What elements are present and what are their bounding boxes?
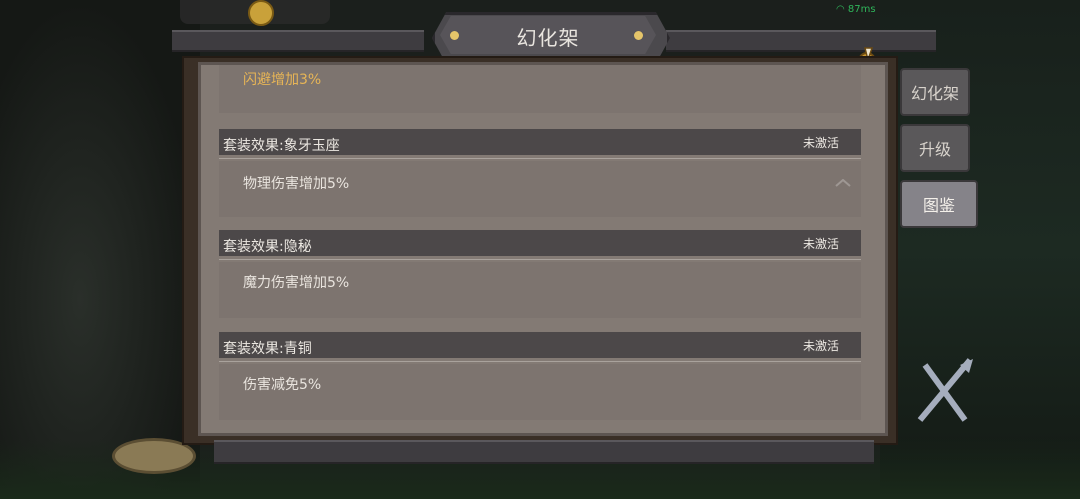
set-effect-list[interactable]: 闪避增加3% 套装效果:象牙玉座 未激活 物理伤害增加5% 套装效果:隐秘 未激… bbox=[198, 62, 888, 436]
tab-label: 幻化架 bbox=[910, 84, 959, 103]
set-name: 套装效果:象牙玉座 bbox=[223, 138, 340, 154]
crossed-thorns-icon bbox=[917, 358, 973, 422]
set-header-hidden: 套装效果:隐秘 未激活 bbox=[219, 230, 861, 260]
set-name: 套装效果:隐秘 bbox=[223, 239, 312, 255]
wifi-icon: ◠ bbox=[836, 4, 845, 15]
tab-upgrade[interactable]: 升级 bbox=[900, 124, 970, 172]
set-header-ivory: 套装效果:象牙玉座 未激活 bbox=[219, 129, 861, 159]
wifi-status: ◠ 87ms bbox=[836, 4, 886, 18]
divider bbox=[219, 259, 861, 260]
header-bar-right bbox=[666, 30, 936, 52]
page-title: 幻化架 bbox=[516, 26, 580, 50]
list-item: 闪避增加3% bbox=[219, 65, 861, 113]
coin-icon bbox=[248, 0, 274, 26]
list-item: 物理伤害增加5% bbox=[219, 161, 861, 217]
list-item: 伤害减免5% bbox=[219, 364, 861, 420]
set-header-bronze: 套装效果:青铜 未激活 bbox=[219, 332, 861, 362]
divider bbox=[219, 361, 861, 362]
status-badge: 未激活 bbox=[802, 136, 839, 150]
set-name: 套装效果:青铜 bbox=[223, 341, 312, 357]
status-badge: 未激活 bbox=[802, 237, 839, 251]
tab-transmog-rack[interactable]: 幻化架 bbox=[900, 68, 970, 116]
tab-codex[interactable]: 图鉴 bbox=[900, 180, 978, 228]
header-bar-left bbox=[172, 30, 424, 52]
effect-text: 物理伤害增加5% bbox=[243, 176, 350, 192]
wifi-latency: 87ms bbox=[847, 4, 876, 15]
effect-text: 闪避增加3% bbox=[243, 72, 322, 88]
footer-bar bbox=[214, 440, 874, 464]
chevron-up-icon bbox=[835, 179, 851, 187]
tab-label: 图鉴 bbox=[922, 196, 955, 215]
status-badge: 未激活 bbox=[802, 339, 839, 353]
background-left-scenery bbox=[0, 0, 200, 499]
effect-text: 魔力伤害增加5% bbox=[243, 275, 350, 291]
tab-label: 升级 bbox=[918, 140, 951, 159]
divider bbox=[219, 158, 861, 159]
effect-text: 伤害减免5% bbox=[243, 377, 322, 393]
list-item: 魔力伤害增加5% bbox=[219, 262, 861, 318]
